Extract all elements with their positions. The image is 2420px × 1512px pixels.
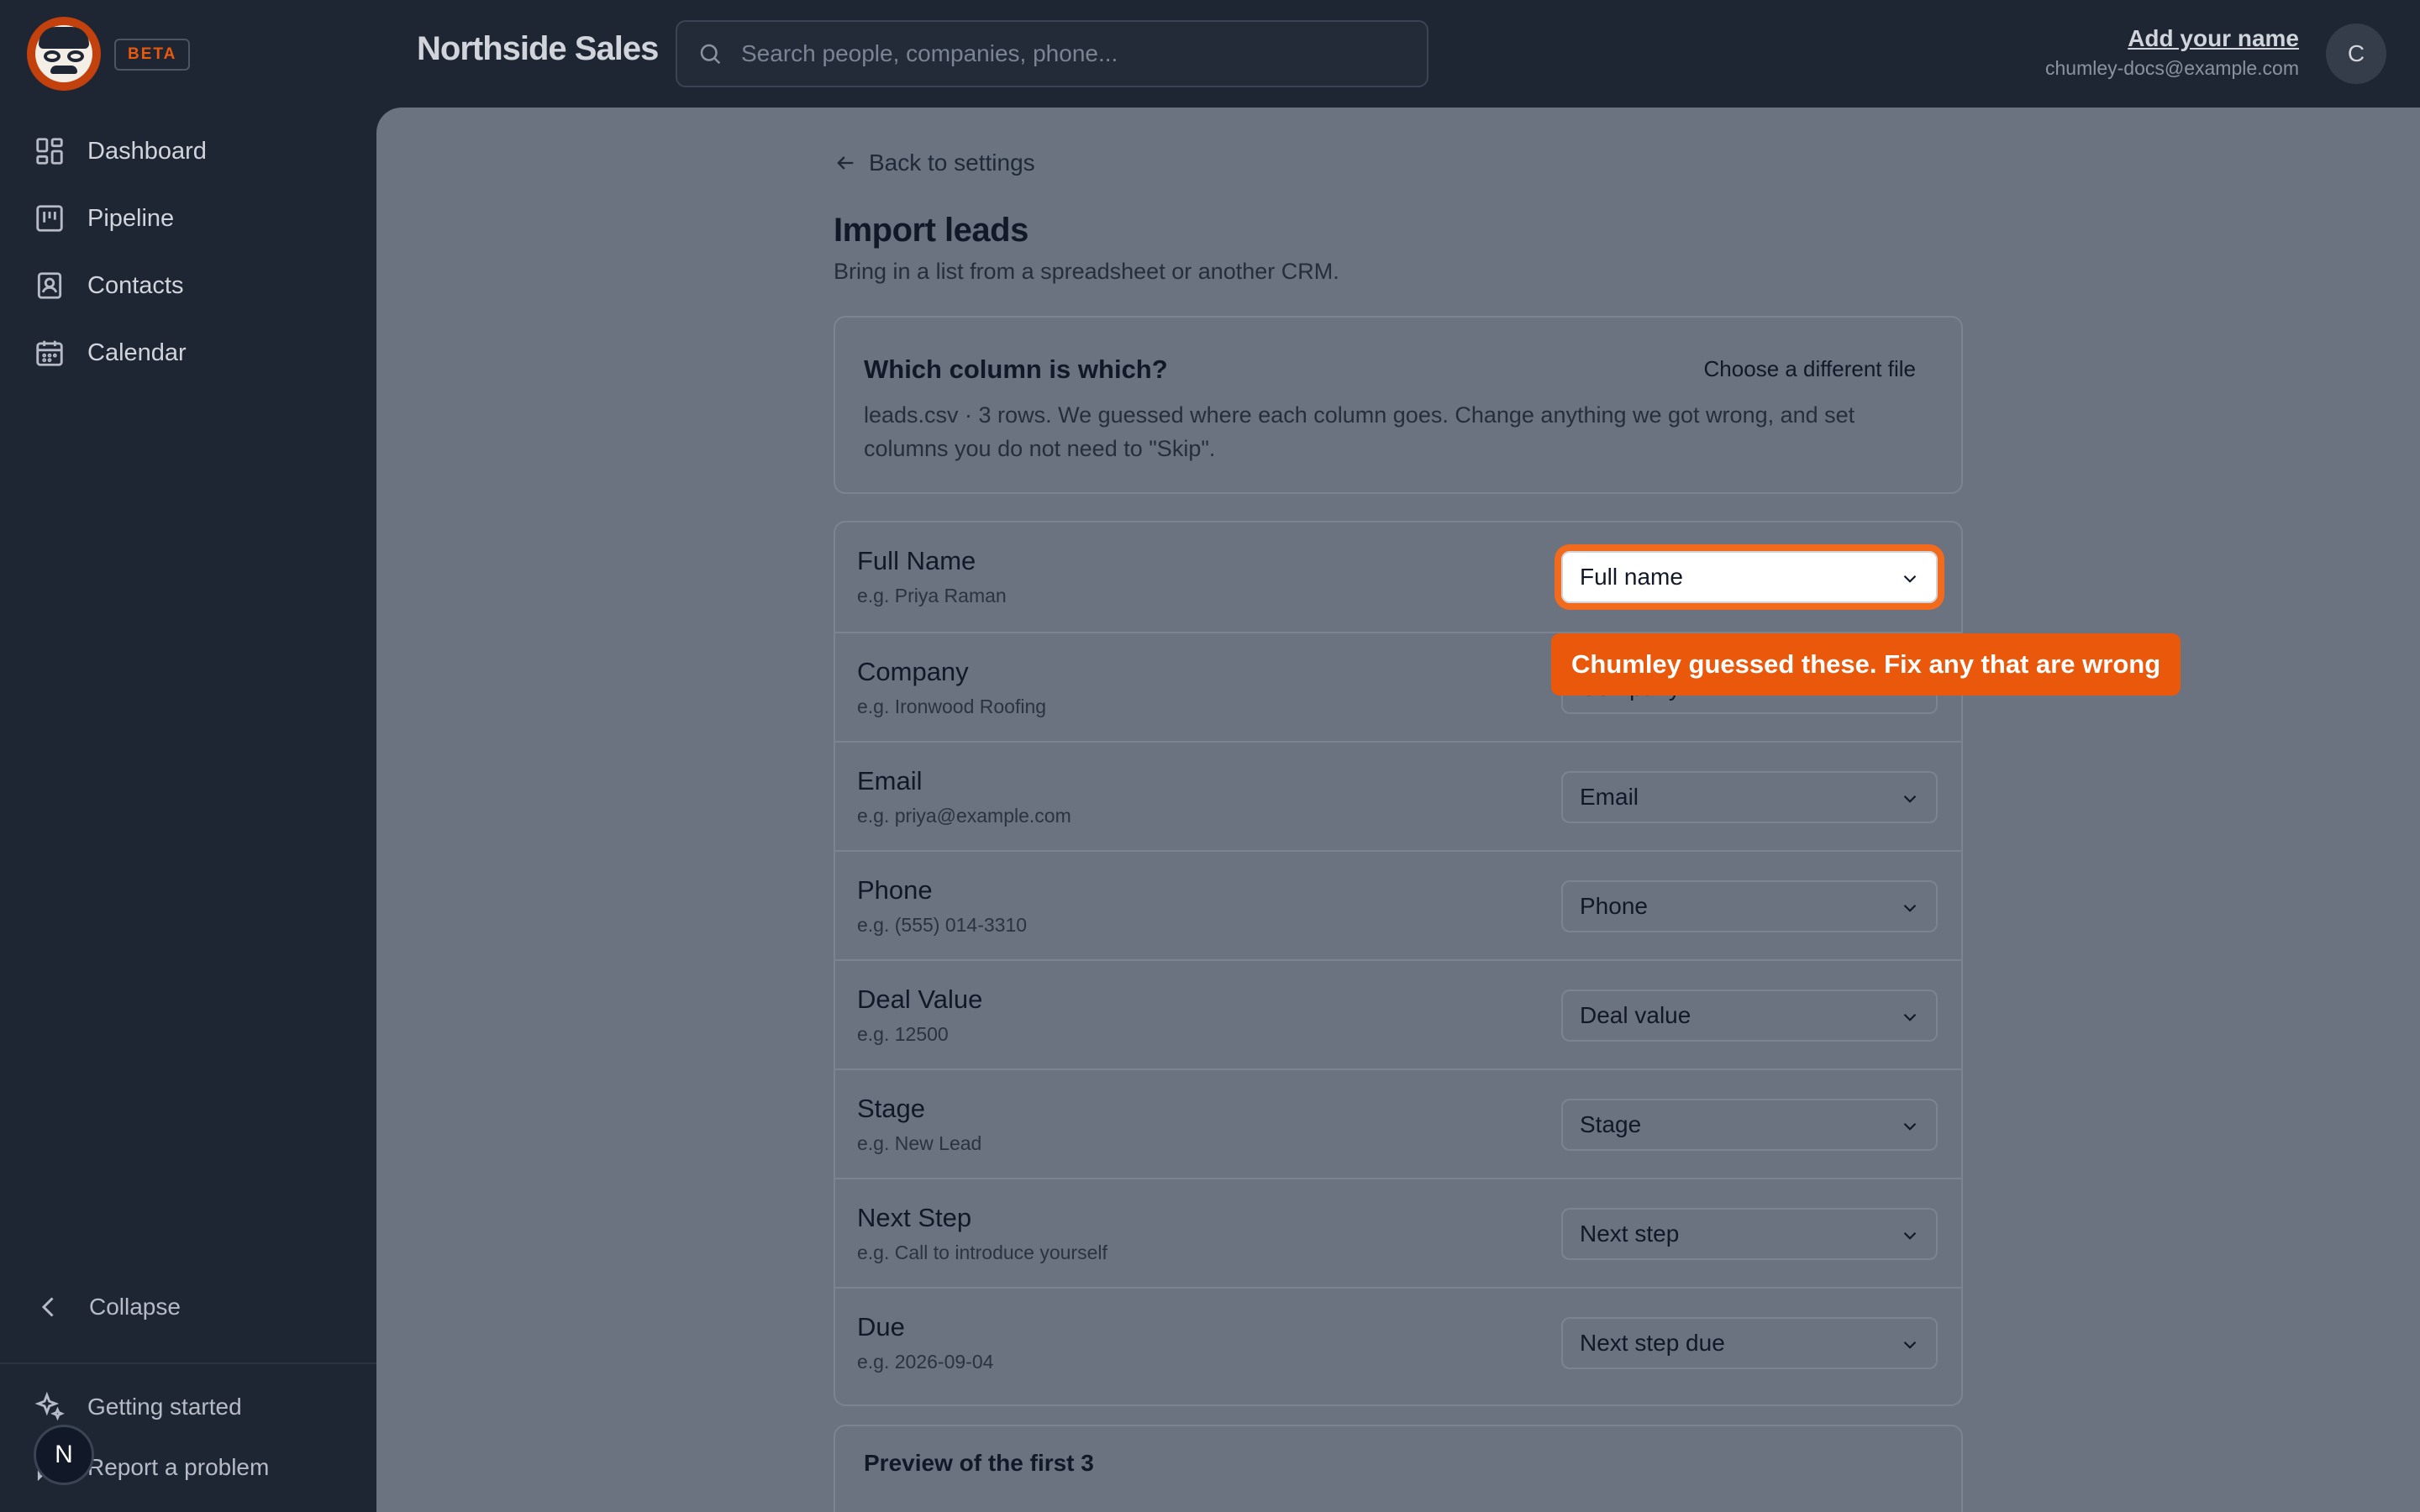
- back-link[interactable]: Back to settings: [834, 150, 1035, 176]
- card-heading: Which column is which?: [864, 354, 1168, 384]
- main-content: Back to settings Import leads Bring in a…: [376, 108, 2420, 1512]
- beta-badge: BETA: [114, 39, 191, 71]
- card-description: leads.csv · 3 rows. We guessed where eac…: [864, 402, 1855, 461]
- search-icon: [700, 44, 721, 65]
- column-label: Due: [857, 1312, 905, 1341]
- chevron-down-icon: [1903, 904, 1917, 912]
- field-select[interactable]: Full name: [1561, 551, 1938, 603]
- column-label: Full Name: [857, 546, 976, 575]
- avatar[interactable]: C: [2326, 24, 2386, 84]
- onboarding-tooltip: Chumley guessed these. Fix any that are …: [1551, 633, 2181, 696]
- mapping-info-card: Which column is which? Choose a differen…: [834, 316, 1963, 494]
- select-value: Phone: [1580, 893, 1648, 919]
- sidebar-item-dashboard[interactable]: Dashboard: [34, 126, 207, 176]
- select-value: Next step due: [1580, 1330, 1725, 1356]
- column-example: e.g. 12500: [857, 1023, 949, 1045]
- column-example: e.g. Priya Raman: [857, 585, 1007, 606]
- field-select[interactable]: Deal value: [1561, 990, 1938, 1042]
- mapping-row: Full Name e.g. Priya Raman Full name: [835, 522, 1961, 632]
- mapping-row: Due e.g. 2026-09-04 Next step due: [835, 1287, 1961, 1396]
- contacts-icon: [37, 272, 62, 299]
- sidebar: Dashboard Pipeline Contacts Calendar Col…: [0, 108, 376, 1512]
- top-bar: BETA Northside Sales Add your name chuml…: [0, 0, 2420, 108]
- mapping-row: Next Step e.g. Call to introduce yoursel…: [835, 1178, 1961, 1287]
- column-label: Stage: [857, 1094, 926, 1123]
- column-label: Phone: [857, 875, 933, 905]
- n-badge[interactable]: N: [34, 1425, 94, 1485]
- back-label: Back to settings: [869, 150, 1035, 176]
- column-example: e.g. 2026-09-04: [857, 1351, 994, 1373]
- field-select[interactable]: Email: [1561, 771, 1938, 823]
- logo[interactable]: [27, 17, 101, 91]
- field-select[interactable]: Next step due: [1561, 1317, 1938, 1369]
- column-label: Email: [857, 766, 923, 795]
- sparkle-icon: [34, 1391, 65, 1421]
- column-label: Deal Value: [857, 984, 983, 1014]
- field-select[interactable]: Stage: [1561, 1099, 1938, 1151]
- select-value: Next step: [1580, 1221, 1680, 1247]
- chevron-left-icon: [41, 1297, 54, 1317]
- select-value: Deal value: [1580, 1002, 1691, 1028]
- sidebar-item-label: Contacts: [87, 271, 184, 299]
- sidebar-item-contacts[interactable]: Contacts: [34, 260, 183, 311]
- mascot-icon: [35, 25, 92, 82]
- sidebar-divider: [0, 1362, 376, 1364]
- calendar-icon: [36, 340, 63, 366]
- sidebar-item-label: Dashboard: [87, 137, 207, 165]
- mapping-row: Deal Value e.g. 12500 Deal value: [835, 959, 1961, 1068]
- column-example: e.g. New Lead: [857, 1132, 982, 1154]
- collapse-label: Collapse: [89, 1294, 181, 1320]
- mapping-row: Email e.g. priya@example.com Email: [835, 741, 1961, 850]
- collapse-button[interactable]: Collapse: [34, 1292, 181, 1322]
- column-example: e.g. Ironwood Roofing: [857, 696, 1047, 717]
- sidebar-item-pipeline[interactable]: Pipeline: [34, 193, 174, 244]
- dashboard-icon: [36, 138, 63, 165]
- select-value: Full name: [1580, 564, 1683, 590]
- user-email: chumley-docs@example.com: [2044, 57, 2299, 79]
- select-value: Stage: [1580, 1111, 1642, 1137]
- field-select[interactable]: Next step: [1561, 1208, 1938, 1260]
- page-title: Import leads: [834, 212, 1028, 249]
- getting-started-label: Getting started: [87, 1394, 242, 1420]
- preview-card: Preview of the first 3: [834, 1425, 1963, 1512]
- sidebar-item-calendar[interactable]: Calendar: [34, 328, 187, 378]
- workspace-name: Northside Sales: [417, 30, 659, 67]
- page-subtitle: Bring in a list from a spreadsheet or an…: [834, 259, 1339, 284]
- field-select[interactable]: Phone: [1561, 880, 1938, 932]
- add-name-link[interactable]: Add your name: [2045, 25, 2299, 52]
- column-example: e.g. Call to introduce yourself: [857, 1242, 1107, 1263]
- sidebar-item-label: Calendar: [87, 339, 187, 366]
- select-value: Email: [1580, 784, 1639, 810]
- column-example: e.g. (555) 014-3310: [857, 914, 1028, 936]
- report-problem-label: Report a problem: [87, 1454, 270, 1480]
- chevron-down-icon: [1903, 1341, 1917, 1349]
- choose-file-button[interactable]: Choose a different file: [1704, 356, 1916, 382]
- pipeline-icon: [36, 205, 63, 232]
- chevron-down-icon: [1903, 1231, 1917, 1240]
- search-input[interactable]: [741, 40, 1397, 67]
- column-label: Next Step: [857, 1203, 972, 1232]
- chevron-down-icon: [1903, 575, 1917, 583]
- chevron-down-icon: [1903, 1122, 1917, 1131]
- column-example: e.g. priya@example.com: [857, 805, 1071, 827]
- mapping-row: Phone e.g. (555) 014-3310 Phone: [835, 850, 1961, 959]
- getting-started-link[interactable]: Getting started: [34, 1391, 242, 1423]
- column-label: Company: [857, 657, 969, 686]
- preview-heading: Preview of the first 3: [864, 1450, 1094, 1476]
- search-bar[interactable]: [676, 20, 1428, 87]
- mapping-row: Stage e.g. New Lead Stage: [835, 1068, 1961, 1178]
- chevron-down-icon: [1903, 795, 1917, 803]
- arrow-left-icon: [837, 156, 854, 170]
- user-info: Add your name chumley-docs@example.com: [2045, 25, 2299, 80]
- chevron-down-icon: [1903, 1013, 1917, 1021]
- sidebar-item-label: Pipeline: [87, 204, 175, 232]
